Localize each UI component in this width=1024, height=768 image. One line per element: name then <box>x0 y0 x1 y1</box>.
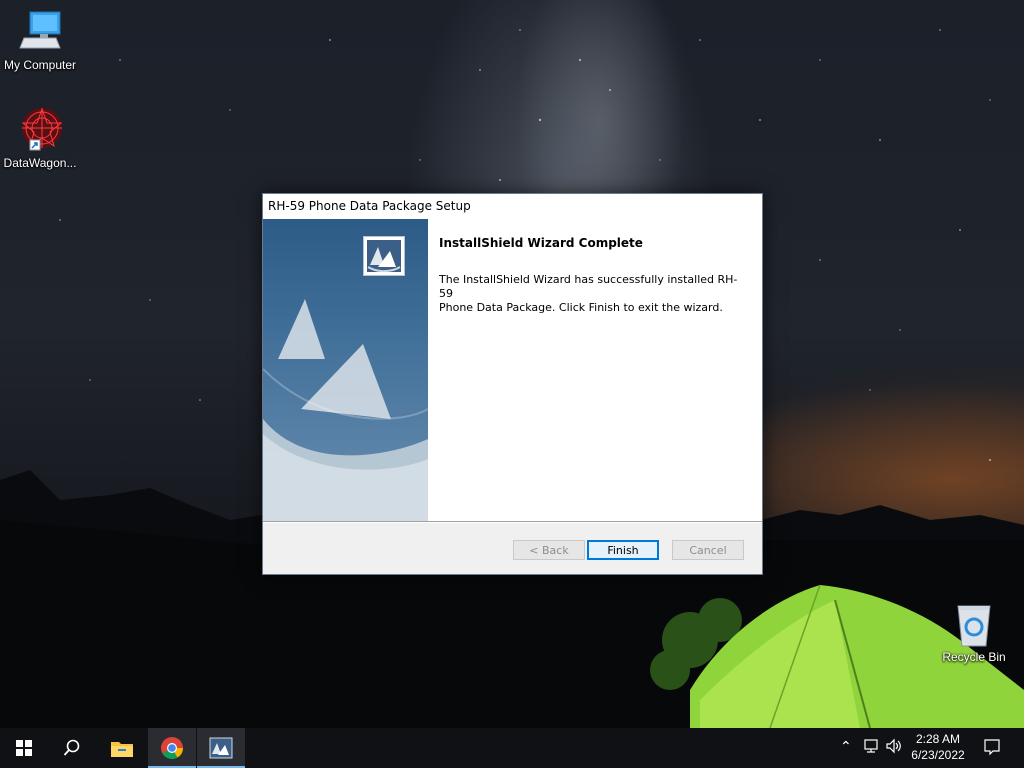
datawagon-icon <box>16 106 64 154</box>
show-hidden-icons-button[interactable]: ⌃ <box>840 738 852 755</box>
desktop-icon-label: Recycle Bin <box>942 650 1006 664</box>
network-icon <box>864 739 878 753</box>
chrome-icon <box>161 737 183 759</box>
cancel-button[interactable]: Cancel <box>672 540 744 560</box>
notification-icon <box>984 739 1000 756</box>
setup-dialog: RH-59 Phone Data Package Setup InstallSh… <box>262 193 763 575</box>
wizard-side-image <box>263 219 428 521</box>
computer-icon <box>16 8 64 56</box>
recycle-bin-icon <box>950 600 998 648</box>
finish-button[interactable]: Finish <box>587 540 659 560</box>
installshield-icon <box>363 236 405 276</box>
wizard-message: The InstallShield Wizard has successfull… <box>439 273 738 314</box>
file-explorer-button[interactable] <box>98 728 146 768</box>
wizard-heading: InstallShield Wizard Complete <box>439 236 643 250</box>
clock-date: 6/23/2022 <box>911 748 965 762</box>
desktop-icon-label: My Computer <box>3 58 77 72</box>
chevron-up-icon: ⌃ <box>840 738 852 754</box>
desktop-icon-label: DataWagon... <box>3 156 77 170</box>
desktop-icon-datawagon[interactable]: DataWagon... <box>0 106 80 170</box>
start-button[interactable] <box>0 728 48 768</box>
dialog-title[interactable]: RH-59 Phone Data Package Setup <box>263 194 762 219</box>
dialog-body: InstallShield Wizard Complete The Instal… <box>263 219 762 521</box>
search-button[interactable] <box>48 728 96 768</box>
volume-button[interactable] <box>885 738 903 757</box>
desktop-icon-recycle-bin[interactable]: Recycle Bin <box>934 600 1014 664</box>
clock-time: 2:28 AM <box>915 732 961 746</box>
windows-start-icon <box>16 740 32 756</box>
search-icon <box>63 739 80 756</box>
button-separator-highlight <box>263 522 762 523</box>
installshield-taskbar-button[interactable] <box>197 728 245 768</box>
installshield-icon <box>209 737 233 759</box>
action-center-button[interactable] <box>983 738 1001 759</box>
taskbar-clock[interactable]: 2:28 AM 6/23/2022 <box>905 731 971 763</box>
chrome-button[interactable] <box>148 728 196 768</box>
desktop-icon-my-computer[interactable]: My Computer <box>0 8 80 72</box>
network-button[interactable] <box>863 738 879 757</box>
taskbar: ⌃ 2:28 AM 6/23/2022 <box>0 728 1024 768</box>
file-explorer-icon <box>111 742 133 757</box>
back-button[interactable]: < Back <box>513 540 585 560</box>
speaker-icon <box>886 738 901 754</box>
